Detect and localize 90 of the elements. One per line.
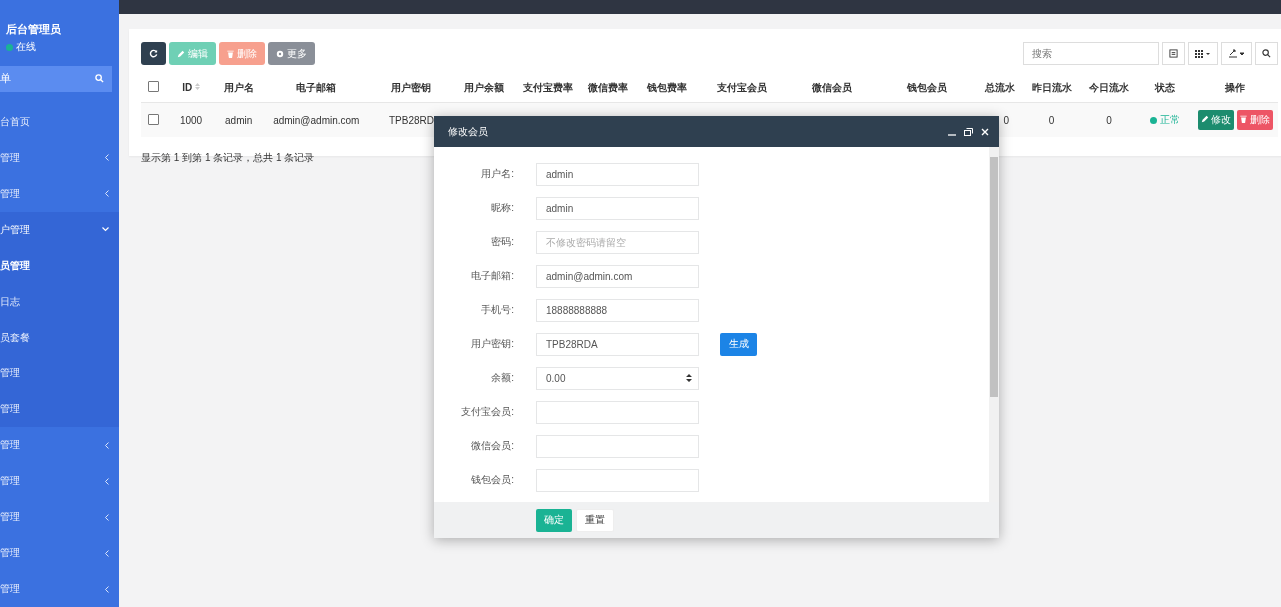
generate-button[interactable]: 生成 — [720, 332, 757, 356]
search-button[interactable] — [1255, 42, 1278, 65]
sidebar-item[interactable]: 管理 — [0, 139, 119, 176]
field-label: 支付宝会员: — [460, 405, 514, 419]
sidebar-subitem[interactable]: 员管理 — [0, 247, 119, 284]
column-header[interactable]: 用户余额 — [464, 81, 505, 93]
edit-row-button[interactable]: 修改 — [1197, 110, 1235, 130]
trash-icon — [227, 49, 234, 58]
list-icon — [1169, 49, 1178, 58]
grid-icon — [1195, 49, 1211, 58]
sidebar-subitem[interactable]: 管理 — [0, 355, 119, 392]
user-status: 在线 — [16, 40, 36, 54]
export-icon — [1228, 49, 1245, 58]
table-cell: admin — [225, 114, 253, 126]
pencil-icon — [177, 49, 185, 58]
sidebar-item[interactable]: 管理 — [0, 427, 119, 464]
column-header[interactable]: 用户名 — [223, 81, 254, 93]
sidebar-item[interactable]: 管理 — [0, 463, 119, 500]
column-header[interactable]: 昨日流水 — [1031, 81, 1072, 93]
column-header[interactable]: 今日流水 — [1089, 81, 1130, 93]
sidebar-item[interactable]: 管理 — [0, 535, 119, 572]
scrollbar-thumb[interactable] — [990, 157, 998, 397]
field-label: 用户密钥: — [470, 337, 514, 351]
column-header[interactable]: 微信会员 — [812, 81, 853, 93]
input-field[interactable]: admin — [536, 162, 699, 186]
field-label: 余额: — [490, 371, 514, 385]
column-header[interactable]: 钱包费率 — [646, 81, 687, 93]
field-label: 手机号: — [480, 303, 514, 317]
status-text: 正常 — [1160, 113, 1181, 127]
columns-button[interactable] — [1188, 42, 1218, 65]
field-label: 微信会员: — [470, 439, 514, 453]
table-cell: 1000 — [179, 114, 203, 126]
sort-icon — [194, 82, 200, 91]
column-header[interactable]: 微信费率 — [588, 81, 629, 93]
sidebar-item[interactable]: 台首页 — [0, 103, 119, 140]
column-header[interactable]: ID — [182, 82, 193, 93]
column-header[interactable]: 支付宝会员 — [717, 81, 767, 93]
sidebar-item[interactable]: 管理 — [0, 175, 119, 212]
input-field[interactable]: 不修改密码请留空 — [536, 230, 699, 254]
input-field[interactable]: admin@admin.com — [536, 264, 699, 288]
online-dot-icon — [6, 43, 13, 51]
column-header[interactable]: 电子邮箱 — [296, 81, 337, 93]
sidebar-subitem[interactable]: 日志 — [0, 283, 119, 320]
maximize-icon[interactable] — [964, 127, 973, 136]
sidebar-item[interactable]: 管理 — [0, 571, 119, 607]
table-cell: 0 — [1003, 114, 1009, 126]
gear-icon — [276, 49, 284, 58]
pagination-info: 显示第 1 到第 1 条记录，总共 1 条记录 — [141, 151, 315, 165]
user-name: 后台管理员 — [6, 22, 62, 37]
column-header[interactable]: 状态 — [1155, 81, 1176, 93]
refresh-button[interactable] — [141, 42, 166, 65]
input-field[interactable] — [536, 468, 699, 492]
select-all-checkbox[interactable] — [148, 81, 159, 92]
table-cell: 0 — [1048, 114, 1055, 126]
column-header[interactable]: 支付宝费率 — [523, 81, 574, 93]
pencil-icon — [1200, 115, 1209, 123]
input-field[interactable]: TPB28RDA — [536, 332, 699, 356]
column-header[interactable]: 钱包会员 — [907, 81, 948, 93]
field-label: 钱包会员: — [470, 473, 514, 487]
column-header[interactable]: 用户密钥 — [391, 81, 432, 93]
sidebar-subitem[interactable]: 管理 — [0, 391, 119, 428]
dialog-title: 修改会员 — [448, 124, 488, 139]
sidebar-item[interactable]: 户管理 — [0, 211, 119, 248]
spinner-icon — [686, 374, 692, 382]
column-header[interactable]: 操作 — [1225, 81, 1246, 93]
status-dot-icon — [1150, 116, 1158, 124]
field-label: 电子邮箱: — [470, 269, 514, 283]
input-field[interactable]: 18888888888 — [536, 298, 699, 322]
toggle-view-button[interactable] — [1162, 42, 1185, 65]
field-label: 昵称: — [490, 201, 514, 215]
table-cell: TPB28RD — [388, 114, 434, 126]
close-icon[interactable] — [981, 127, 989, 136]
field-label: 密码: — [490, 235, 514, 249]
search-icon — [95, 74, 104, 84]
row-checkbox[interactable] — [148, 113, 159, 125]
reset-button[interactable]: 重置 — [576, 508, 614, 532]
table-cell: admin@admin.com — [273, 114, 360, 126]
input-field[interactable] — [536, 434, 699, 458]
column-header[interactable]: 总流水 — [984, 81, 1015, 93]
sidebar-subitem[interactable]: 员套餐 — [0, 319, 119, 356]
trash-icon — [1240, 115, 1248, 123]
field-label: 用户名: — [480, 167, 514, 181]
number-field[interactable]: 0.00 — [536, 366, 699, 390]
refresh-icon — [149, 49, 158, 58]
input-field[interactable] — [536, 400, 699, 424]
sidebar-item[interactable]: 管理 — [0, 499, 119, 536]
search-icon — [1262, 49, 1271, 58]
search-field[interactable]: 搜索 — [1023, 42, 1159, 65]
table-cell: 0 — [1106, 114, 1112, 126]
input-field[interactable]: admin — [536, 196, 699, 220]
